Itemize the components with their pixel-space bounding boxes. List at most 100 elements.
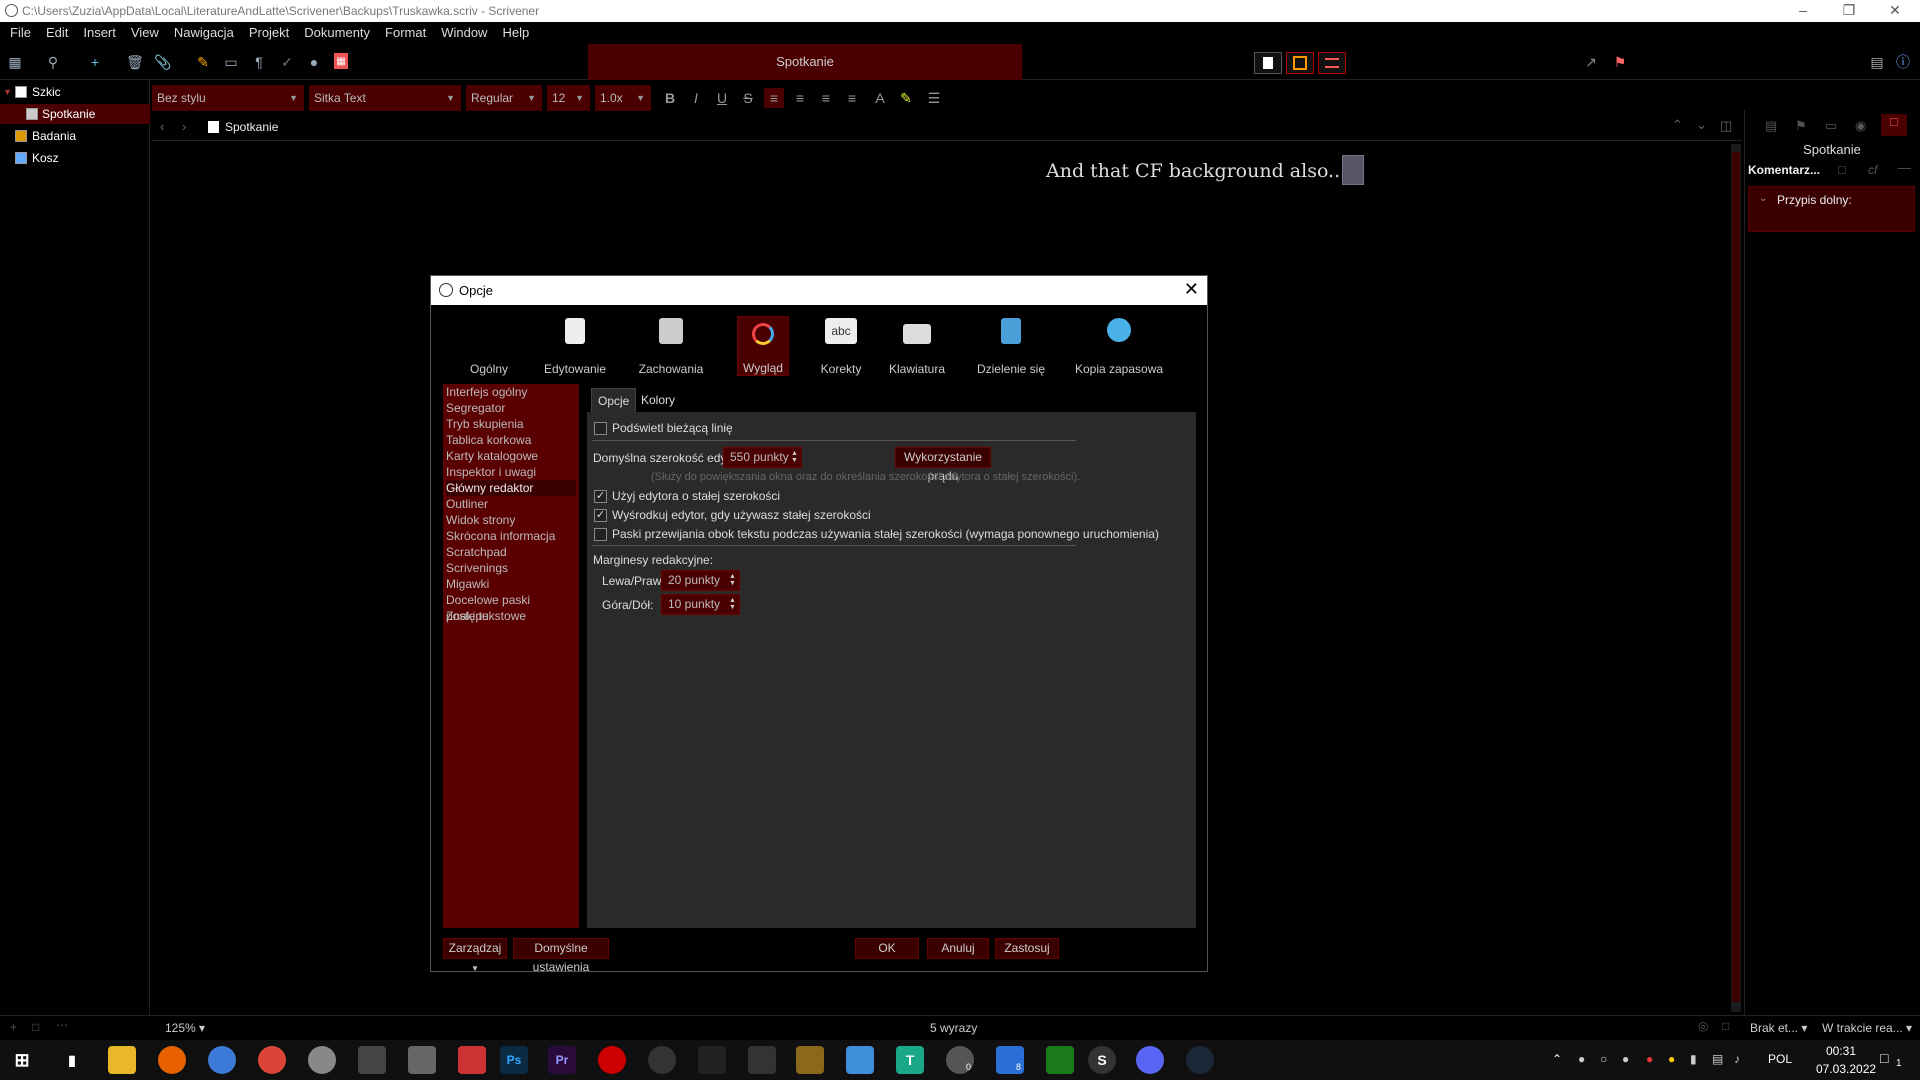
share-icon[interactable]: ↗: [1582, 53, 1600, 71]
binder-item-spotkanie[interactable]: Spotkanie: [0, 104, 150, 124]
paragraph-icon[interactable]: ¶: [250, 53, 268, 71]
notepad-icon[interactable]: [1046, 1046, 1074, 1074]
left-right-input[interactable]: 20 punkty ▲ ▼: [661, 570, 740, 591]
apply-button[interactable]: Zastosuj: [995, 938, 1059, 959]
bookmarks-icon[interactable]: ⚑: [1795, 118, 1807, 134]
app-icon[interactable]: [458, 1046, 486, 1074]
tab-footnotes[interactable]: cf: [1868, 163, 1877, 177]
remove-icon[interactable]: —: [1898, 160, 1911, 175]
section-item[interactable]: Outliner: [446, 496, 576, 512]
discord-icon[interactable]: [1136, 1046, 1164, 1074]
ok-button[interactable]: OK: [855, 938, 919, 959]
center-editor-checkbox[interactable]: ✓: [594, 509, 607, 522]
add-icon[interactable]: +: [86, 53, 104, 71]
bookmark-icon[interactable]: ⚑: [1611, 53, 1629, 71]
quick-search-icon[interactable]: ⚲: [44, 53, 62, 71]
section-item[interactable]: Scrivenings: [446, 560, 576, 576]
size-select[interactable]: 12 ▼: [547, 85, 590, 111]
spinner-arrows-icon[interactable]: ▲ ▼: [728, 573, 737, 587]
label-select[interactable]: Brak et... ▾: [1750, 1021, 1807, 1035]
network-icon[interactable]: ▤: [1712, 1052, 1723, 1066]
chrome-icon[interactable]: [258, 1046, 286, 1074]
composition-icon[interactable]: ▭: [222, 53, 240, 71]
section-item[interactable]: Karty katalogowe: [446, 448, 576, 464]
app-icon[interactable]: [648, 1046, 676, 1074]
comments-icon[interactable]: □: [1881, 114, 1907, 136]
binder-toggle-icon[interactable]: ▦: [6, 53, 24, 71]
attach-icon[interactable]: 📎: [154, 53, 172, 71]
editor-scrollbar[interactable]: [1731, 144, 1741, 1012]
restore-button[interactable]: ❐: [1826, 0, 1872, 22]
file-explorer-icon[interactable]: [108, 1046, 136, 1074]
add-icon[interactable]: +: [10, 1020, 17, 1034]
section-item[interactable]: Widok strony: [446, 512, 576, 528]
tray-icon[interactable]: ○: [1600, 1052, 1607, 1066]
scrivener-icon[interactable]: S: [1088, 1046, 1116, 1074]
view-outliner-button[interactable]: [1318, 52, 1346, 74]
view-corkboard-button[interactable]: [1286, 52, 1314, 74]
metadata-icon[interactable]: ▭: [1825, 118, 1837, 134]
spinner-arrows-icon[interactable]: ▲ ▼: [728, 597, 737, 611]
category-editing[interactable]: Edytowanie: [535, 318, 615, 376]
manage-button[interactable]: Zarządzaj ▼: [443, 938, 507, 973]
section-item[interactable]: Migawki: [446, 576, 576, 592]
defaults-button[interactable]: Domyślne ustawienia: [513, 938, 609, 974]
category-keyboard[interactable]: Klawiatura: [877, 318, 957, 376]
section-item[interactable]: Tryb skupienia: [446, 416, 576, 432]
edit-note-icon[interactable]: ✎: [194, 53, 212, 71]
binder-item-szkic[interactable]: ▼ Szkic: [0, 82, 150, 102]
menu-projekt[interactable]: Projekt: [249, 22, 289, 44]
tab-colors[interactable]: Kolory: [635, 388, 681, 412]
comment-status-icon[interactable]: □: [1722, 1019, 1729, 1033]
category-behaviors[interactable]: Zachowania: [631, 318, 711, 376]
split-icon[interactable]: ◫: [1720, 118, 1732, 134]
menu-help[interactable]: Help: [502, 22, 529, 44]
style-select[interactable]: Bez stylu ▼: [152, 85, 304, 111]
tray-icon[interactable]: ●: [1578, 1052, 1585, 1066]
clock-date[interactable]: 07.03.2022: [1816, 1062, 1876, 1076]
align-right-icon[interactable]: ≡: [842, 88, 862, 108]
menu-view[interactable]: View: [131, 22, 159, 44]
menu-window[interactable]: Window: [441, 22, 487, 44]
editor-text[interactable]: And that CF background also...: [1046, 160, 1346, 182]
collapse-chevron-icon[interactable]: ▼: [3, 82, 12, 102]
compile-icon[interactable]: ▦: [334, 53, 348, 69]
menu-dokumenty[interactable]: Dokumenty: [304, 22, 370, 44]
binder-item-kosz[interactable]: Kosz: [0, 148, 150, 168]
app-icon[interactable]: [846, 1046, 874, 1074]
section-item-selected[interactable]: Główny redaktor: [446, 480, 576, 496]
view-document-button[interactable]: [1254, 52, 1282, 74]
microphone-icon[interactable]: ●: [305, 53, 323, 71]
category-backup[interactable]: Kopia zapasowa: [1069, 318, 1169, 376]
section-item[interactable]: Skrócona informacja: [446, 528, 576, 544]
firefox-icon[interactable]: [158, 1046, 186, 1074]
nav-back-icon[interactable]: ‹: [160, 119, 164, 134]
app-icon[interactable]: [408, 1046, 436, 1074]
tab-options[interactable]: Opcje: [591, 388, 637, 412]
photoshop-icon[interactable]: Ps: [500, 1046, 528, 1074]
list-icon[interactable]: ☰: [924, 88, 944, 108]
target-icon[interactable]: ◎: [1698, 1019, 1708, 1033]
compose-mode-icon[interactable]: ▤: [1868, 53, 1886, 71]
box-app-icon[interactable]: [748, 1046, 776, 1074]
prev-doc-icon[interactable]: ⌃: [1672, 117, 1683, 133]
section-item[interactable]: Scratchpad: [446, 544, 576, 560]
tray-icon[interactable]: ●: [1668, 1052, 1675, 1066]
highlight-line-checkbox[interactable]: [594, 422, 607, 435]
section-item[interactable]: Interfejs ogólny: [446, 384, 576, 400]
close-window-button[interactable]: ✕: [1872, 0, 1918, 22]
tray-chevron-icon[interactable]: ⌃: [1552, 1052, 1562, 1066]
italic-icon[interactable]: I: [686, 88, 706, 108]
fixed-width-checkbox[interactable]: ✓: [594, 490, 607, 503]
tray-icon[interactable]: ●: [1646, 1052, 1653, 1066]
more-icon[interactable]: ⋯: [56, 1018, 68, 1032]
nav-forward-icon[interactable]: ›: [182, 119, 186, 134]
notifications-icon[interactable]: □: [1880, 1050, 1888, 1066]
category-corrections[interactable]: abc Korekty: [801, 318, 881, 376]
underline-icon[interactable]: U: [712, 88, 732, 108]
zoom-select[interactable]: 125% ▾: [165, 1021, 205, 1035]
use-current-button[interactable]: Wykorzystanie prądu: [895, 447, 991, 483]
scrollbars-checkbox[interactable]: [594, 528, 607, 541]
binder-item-badania[interactable]: Badania: [0, 126, 150, 146]
start-icon[interactable]: ⊞: [8, 1046, 36, 1074]
